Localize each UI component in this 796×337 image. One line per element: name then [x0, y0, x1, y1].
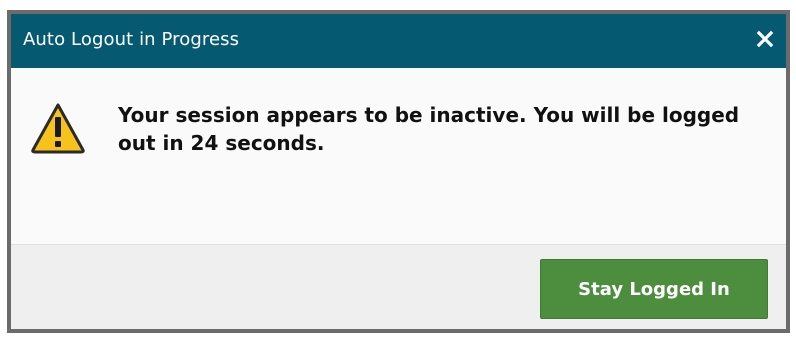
dialog-footer: Stay Logged In	[11, 244, 786, 329]
dialog-body: Your session appears to be inactive. You…	[11, 68, 786, 244]
inactivity-message: Your session appears to be inactive. You…	[118, 103, 740, 155]
dialog-titlebar: Auto Logout in Progress	[11, 14, 786, 68]
close-button[interactable]	[752, 26, 778, 52]
warning-icon	[31, 103, 85, 154]
stay-logged-in-button[interactable]: Stay Logged In	[540, 259, 768, 319]
close-icon	[756, 30, 774, 48]
auto-logout-dialog: Auto Logout in Progress Your session app…	[7, 10, 790, 333]
dialog-title: Auto Logout in Progress	[23, 29, 240, 50]
